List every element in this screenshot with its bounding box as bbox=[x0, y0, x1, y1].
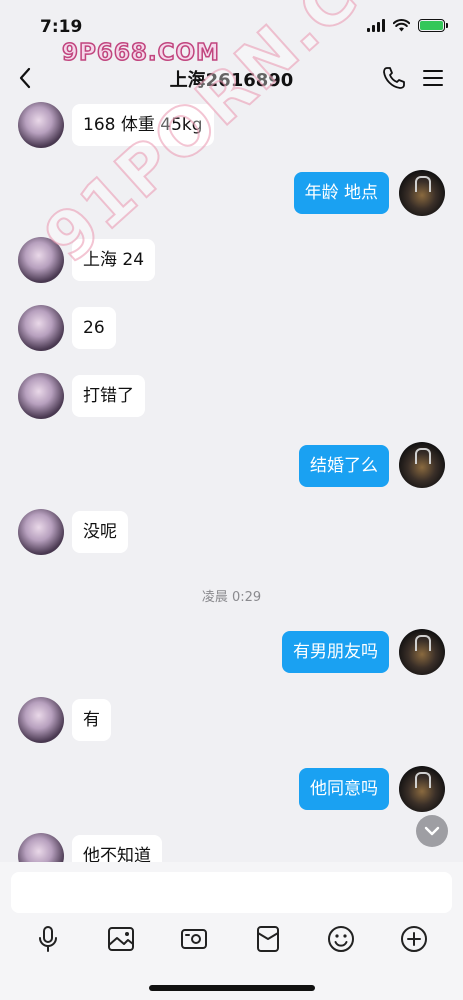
outgoing-message[interactable]: 结婚了么 bbox=[299, 445, 389, 487]
my-avatar[interactable] bbox=[399, 629, 445, 675]
incoming-message[interactable]: 没呢 bbox=[72, 511, 128, 553]
input-area bbox=[0, 862, 463, 1000]
my-avatar[interactable] bbox=[399, 170, 445, 216]
outgoing-message[interactable]: 年龄 地点 bbox=[293, 172, 389, 214]
status-icons bbox=[367, 19, 448, 32]
plus-icon[interactable] bbox=[399, 924, 429, 954]
chevron-down-icon bbox=[424, 826, 440, 836]
wifi-icon bbox=[393, 19, 410, 32]
contact-avatar[interactable] bbox=[18, 833, 64, 862]
image-icon[interactable] bbox=[106, 924, 136, 954]
video-icon[interactable] bbox=[179, 924, 209, 954]
contact-avatar[interactable] bbox=[18, 697, 64, 743]
scroll-to-bottom-button[interactable] bbox=[416, 815, 448, 847]
contact-avatar[interactable] bbox=[18, 509, 64, 555]
incoming-message[interactable]: 打错了 bbox=[72, 375, 145, 417]
incoming-message[interactable]: 168 体重 45kg bbox=[72, 104, 214, 146]
incoming-message[interactable]: 他不知道 bbox=[72, 835, 162, 862]
incoming-message[interactable]: 有 bbox=[72, 699, 111, 741]
contact-avatar[interactable] bbox=[18, 102, 64, 148]
incoming-message[interactable]: 26 bbox=[72, 307, 116, 349]
message-input[interactable] bbox=[11, 872, 452, 913]
input-toolbar bbox=[0, 924, 463, 954]
chat-list[interactable]: 168 体重 45kg 年龄 地点 上海 24 26 打错了 结婚了么 没呢 凌… bbox=[0, 102, 463, 862]
microphone-icon[interactable] bbox=[33, 924, 63, 954]
outgoing-message[interactable]: 有男朋友吗 bbox=[282, 631, 389, 673]
contact-avatar[interactable] bbox=[18, 237, 64, 283]
menu-icon[interactable] bbox=[421, 66, 445, 90]
emoji-icon[interactable] bbox=[326, 924, 356, 954]
my-avatar[interactable] bbox=[399, 442, 445, 488]
red-packet-icon[interactable] bbox=[253, 924, 283, 954]
battery-icon bbox=[418, 19, 448, 32]
time-separator: 凌晨 0:29 bbox=[201, 590, 262, 605]
incoming-message[interactable]: 上海 24 bbox=[72, 239, 156, 281]
my-avatar[interactable] bbox=[399, 766, 445, 812]
nav-bar: 上海2616890 bbox=[0, 54, 463, 102]
battery-fill bbox=[420, 21, 443, 30]
contact-avatar[interactable] bbox=[18, 373, 64, 419]
phone-icon[interactable] bbox=[380, 64, 408, 92]
outgoing-message[interactable]: 他同意吗 bbox=[299, 768, 389, 810]
home-indicator[interactable] bbox=[149, 985, 315, 991]
status-time: 7:19 bbox=[40, 17, 83, 37]
signal-icon bbox=[367, 19, 385, 32]
contact-avatar[interactable] bbox=[18, 305, 64, 351]
